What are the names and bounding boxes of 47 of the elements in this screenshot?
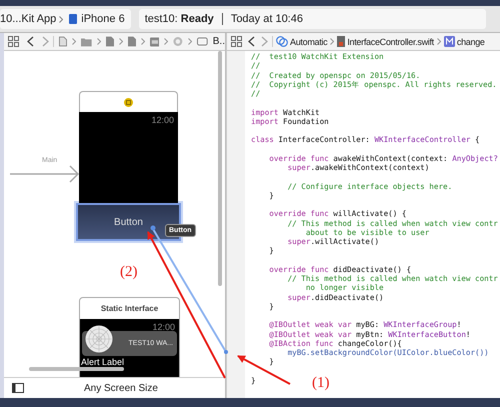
build-time: Today at 10:46 <box>230 13 303 25</box>
breadcrumb-item[interactable]: B.. <box>212 36 225 47</box>
chevron-icon <box>96 38 101 45</box>
chevron-icon <box>164 38 168 45</box>
folder-icon[interactable] <box>80 36 92 46</box>
document-icon[interactable] <box>59 36 67 47</box>
scene-title: Static Interface <box>100 303 160 315</box>
document-icon[interactable] <box>128 36 136 47</box>
entry-point-arrow <box>10 164 80 184</box>
phone-icon <box>68 13 78 25</box>
size-class-label[interactable]: Any Screen Size <box>84 382 158 394</box>
horizontal-scrollbar[interactable] <box>29 367 124 371</box>
watch-time: 12:00 <box>151 115 174 125</box>
circle-icon[interactable] <box>173 36 184 47</box>
chevron-icon <box>436 38 441 45</box>
watch-time: 12:00 <box>152 322 175 332</box>
controller-icon[interactable] <box>124 98 133 106</box>
chevron-icon <box>72 38 76 45</box>
annotation-label: (1) <box>312 375 330 391</box>
chevron-icon <box>118 38 123 45</box>
storyboard-icon[interactable] <box>150 36 160 46</box>
forward-icon[interactable] <box>261 36 268 47</box>
method-icon <box>444 36 455 47</box>
chevron-icon <box>59 16 64 22</box>
forward-icon[interactable] <box>42 36 49 47</box>
annotation-arrow <box>237 355 290 385</box>
annotation-label: (2) <box>120 264 138 280</box>
back-icon[interactable] <box>27 36 34 47</box>
alert-label: Alert Label <box>81 357 124 367</box>
build-status: test10: Ready <box>144 13 214 25</box>
chevron-icon <box>188 38 192 45</box>
app-icon-placeholder <box>85 325 113 353</box>
button-object-icon[interactable] <box>197 37 208 46</box>
swift-file-icon <box>337 36 346 47</box>
chevron-icon <box>140 38 145 45</box>
grid-icon[interactable] <box>231 36 242 47</box>
back-icon[interactable] <box>248 36 255 47</box>
grid-icon[interactable] <box>8 36 19 47</box>
sidebar-toggle-icon[interactable] <box>12 383 24 393</box>
breadcrumb-item[interactable]: change <box>444 36 485 47</box>
scheme-selector[interactable]: 10...Kit App iPhone 6 <box>0 9 131 29</box>
document-icon[interactable] <box>106 36 114 47</box>
breadcrumb-item[interactable]: Automatic <box>276 36 328 47</box>
chevron-icon <box>330 38 334 45</box>
breadcrumb-item[interactable]: InterfaceController.swift <box>337 36 434 47</box>
vertical-scrollbar[interactable] <box>218 51 222 286</box>
linked-circles-icon <box>276 36 288 47</box>
